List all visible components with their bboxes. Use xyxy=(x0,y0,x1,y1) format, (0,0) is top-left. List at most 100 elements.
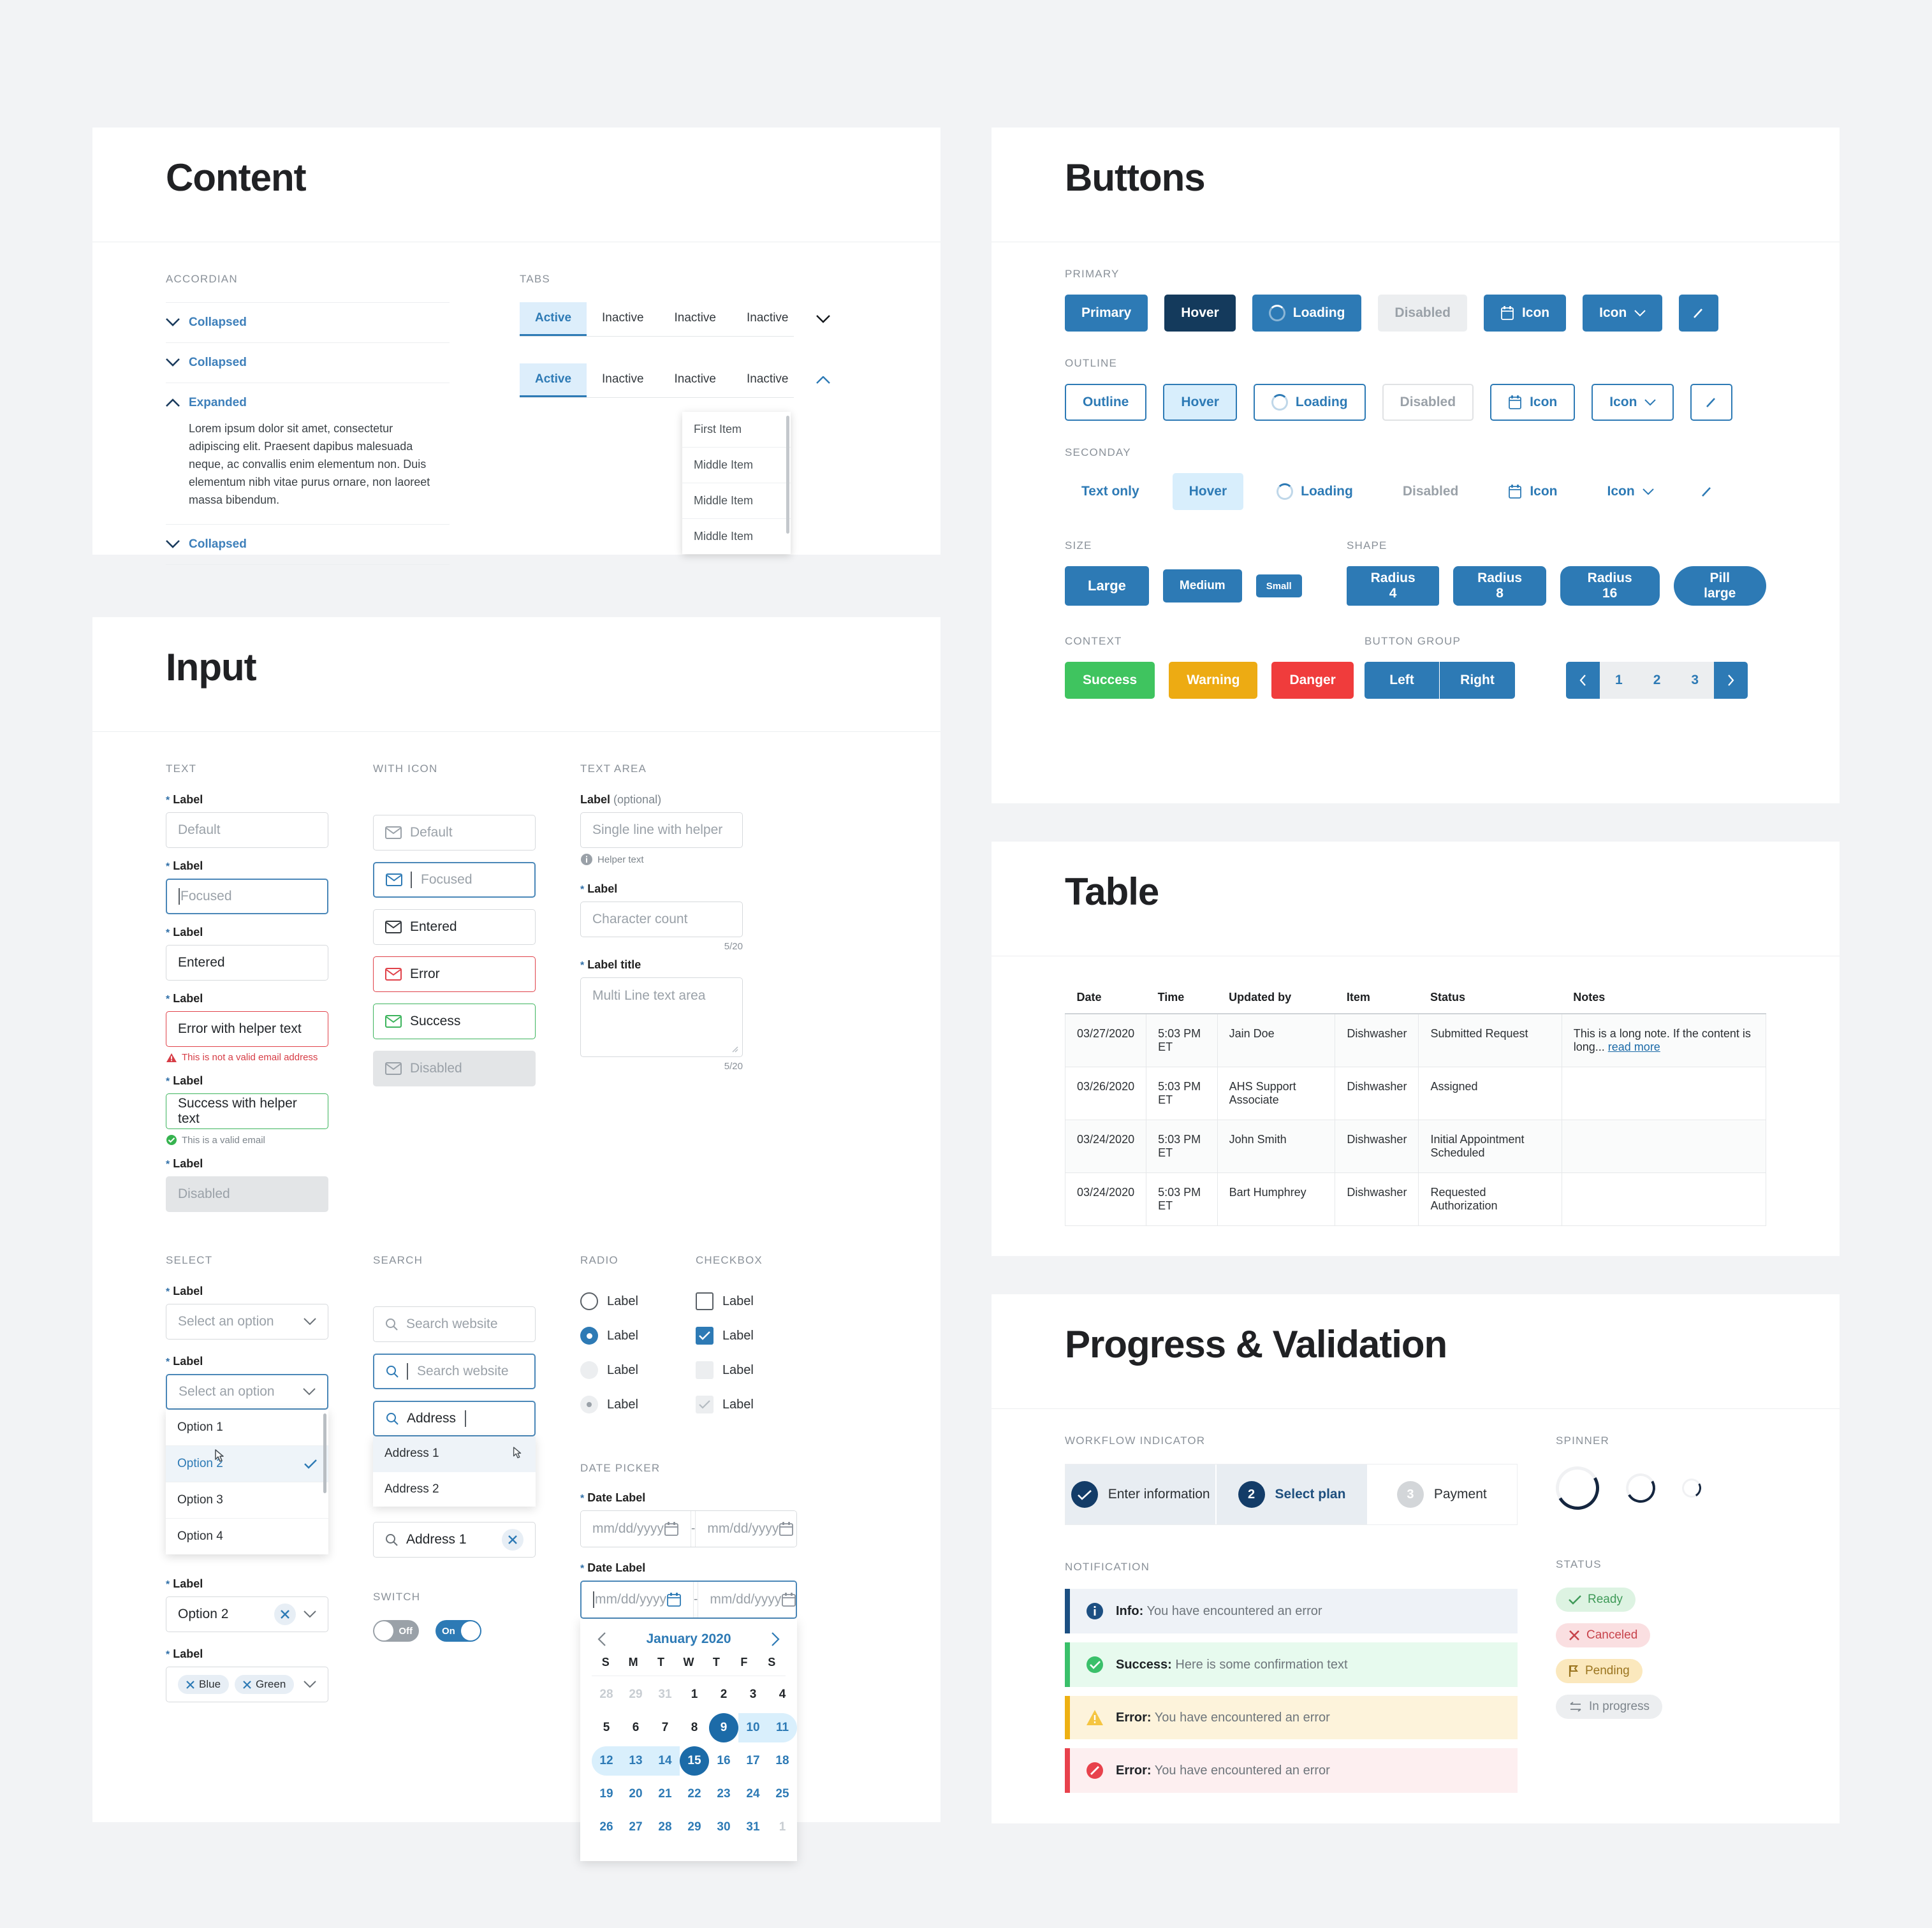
menu-item[interactable]: Middle Item xyxy=(682,519,791,554)
calendar-cell[interactable]: 7 xyxy=(650,1713,680,1742)
calendar-cell[interactable]: 9 xyxy=(709,1713,738,1742)
tab-active[interactable]: Active xyxy=(520,302,587,336)
text-input-error[interactable]: Error with helper text xyxy=(166,1011,328,1047)
calendar-cell[interactable]: 11 xyxy=(768,1713,797,1742)
pill-large-button[interactable]: Pill large xyxy=(1673,566,1766,606)
calendar-cell[interactable]: 28 xyxy=(592,1680,621,1709)
tag-remove-icon[interactable] xyxy=(243,1680,251,1689)
character-count-input[interactable]: Character count xyxy=(580,902,743,937)
pagination-page[interactable]: 2 xyxy=(1638,673,1676,688)
radio-row[interactable]: Label xyxy=(580,1292,638,1310)
checkbox-unchecked[interactable] xyxy=(695,1292,714,1310)
calendar-cell[interactable]: 28 xyxy=(650,1813,680,1842)
primary-hover-button[interactable]: Hover xyxy=(1164,295,1236,332)
workflow-step-current[interactable]: 2 Select plan xyxy=(1215,1464,1367,1524)
calendar-cell[interactable]: 4 xyxy=(768,1680,797,1709)
select-default[interactable]: Select an option xyxy=(166,1304,328,1340)
text-input-success[interactable]: Success with helper text xyxy=(166,1093,328,1129)
tab-inactive[interactable]: Inactive xyxy=(659,363,731,397)
text-input-entered[interactable]: Entered xyxy=(166,945,328,981)
select-option[interactable]: Option 3 xyxy=(166,1482,328,1519)
checkbox-row[interactable]: Label xyxy=(695,1292,763,1310)
calendar-cell[interactable]: 1 xyxy=(680,1680,709,1709)
workflow-step-done[interactable]: Enter information xyxy=(1065,1464,1216,1524)
calendar-cell[interactable]: 16 xyxy=(709,1746,738,1776)
calendar-cell[interactable]: 25 xyxy=(768,1779,797,1809)
outline-hover-button[interactable]: Hover xyxy=(1163,384,1237,421)
calendar-cell[interactable]: 31 xyxy=(650,1680,680,1709)
accordion-item[interactable]: Collapsed xyxy=(166,303,450,343)
calendar-cell[interactable]: 10 xyxy=(738,1713,768,1742)
radius-4-button[interactable]: Radius 4 xyxy=(1346,566,1440,606)
calendar-cell[interactable]: 23 xyxy=(709,1779,738,1809)
text-edit-button[interactable] xyxy=(1687,473,1727,510)
calendar-cell[interactable]: 29 xyxy=(680,1813,709,1842)
select-option-selected[interactable]: Option 2 xyxy=(166,1446,328,1482)
icon-input-error[interactable]: Error xyxy=(373,956,536,992)
date-range-default[interactable]: mm/dd/yyyy - mm/dd/yyyy xyxy=(580,1510,797,1547)
tab-inactive[interactable]: Inactive xyxy=(659,302,731,336)
context-success-button[interactable]: Success xyxy=(1065,662,1155,699)
tag-chip[interactable]: Blue xyxy=(178,1675,230,1694)
date-end-input[interactable]: mm/dd/yyyy xyxy=(698,1582,796,1618)
radius-16-button[interactable]: Radius 16 xyxy=(1560,566,1660,606)
large-button[interactable]: Large xyxy=(1065,566,1149,606)
checkbox-row[interactable]: Label xyxy=(695,1396,763,1413)
primary-button[interactable]: Primary xyxy=(1065,295,1148,332)
primary-icon-button[interactable]: Icon xyxy=(1483,295,1567,332)
checkbox-checked[interactable] xyxy=(695,1327,714,1345)
outline-dropdown-button[interactable]: Icon xyxy=(1592,384,1674,421)
calendar-cell[interactable]: 2 xyxy=(709,1680,738,1709)
calendar-cell[interactable]: 24 xyxy=(738,1779,768,1809)
search-input-focused[interactable]: Search website xyxy=(373,1354,536,1389)
context-warning-button[interactable]: Warning xyxy=(1169,662,1258,699)
accordion-item[interactable]: Collapsed xyxy=(166,343,450,383)
text-icon-button[interactable]: Icon xyxy=(1491,473,1574,510)
calendar-cell[interactable]: 3 xyxy=(738,1680,768,1709)
select-scrollbar[interactable] xyxy=(323,1413,326,1493)
multiline-textarea[interactable]: Multi Line text area xyxy=(580,977,743,1057)
date-end-input[interactable]: mm/dd/yyyy xyxy=(696,1511,796,1547)
search-input-default[interactable]: Search website xyxy=(373,1306,536,1342)
tag-remove-icon[interactable] xyxy=(186,1680,194,1689)
switch-off[interactable]: Off xyxy=(373,1620,419,1642)
select-multi-tags[interactable]: Blue Green xyxy=(166,1667,328,1702)
select-clearable[interactable]: Option 2 xyxy=(166,1596,328,1632)
icon-input-default[interactable]: Default xyxy=(373,815,536,851)
calendar-cell[interactable]: 8 xyxy=(680,1713,709,1742)
calendar-cell[interactable]: 5 xyxy=(592,1713,621,1742)
outline-loading-button[interactable]: Loading xyxy=(1253,384,1366,421)
switch-on[interactable]: On xyxy=(435,1620,481,1642)
calendar-cell[interactable]: 12 xyxy=(592,1746,621,1776)
resize-handle-icon[interactable] xyxy=(729,1044,738,1053)
read-more-link[interactable]: read more xyxy=(1608,1041,1660,1053)
clear-icon[interactable] xyxy=(502,1529,523,1551)
calendar-cell[interactable]: 22 xyxy=(680,1779,709,1809)
radio-row[interactable]: Label xyxy=(580,1361,638,1379)
calendar-cell[interactable]: 20 xyxy=(621,1779,650,1809)
date-start-input[interactable]: mm/dd/yyyy xyxy=(581,1511,691,1547)
checkbox-row[interactable]: Label xyxy=(695,1361,763,1379)
calendar-cell[interactable]: 21 xyxy=(650,1779,680,1809)
tab-active[interactable]: Active xyxy=(520,363,587,397)
medium-button[interactable]: Medium xyxy=(1162,569,1242,602)
outline-edit-button[interactable] xyxy=(1690,384,1733,421)
calendar-cell[interactable]: 13 xyxy=(621,1746,650,1776)
date-start-input[interactable]: mm/dd/yyyy xyxy=(582,1582,694,1618)
table-row[interactable]: 03/26/2020 5:03 PM ET AHS Support Associat… xyxy=(1064,1067,1767,1120)
menu-scrollbar[interactable] xyxy=(786,416,789,534)
checkbox-row[interactable]: Label xyxy=(695,1327,763,1345)
accordion-item[interactable]: Collapsed xyxy=(166,525,450,566)
text-only-button[interactable]: Text only xyxy=(1065,473,1156,510)
next-month-icon[interactable] xyxy=(770,1632,780,1647)
outline-button[interactable]: Outline xyxy=(1065,384,1147,421)
text-hover-button[interactable]: Hover xyxy=(1172,473,1244,510)
search-result-item[interactable]: Address 1 xyxy=(373,1436,536,1472)
primary-loading-button[interactable]: Loading xyxy=(1252,295,1362,332)
tabs-overflow-toggle[interactable] xyxy=(803,363,843,397)
tab-inactive[interactable]: Inactive xyxy=(587,302,659,336)
tag-chip[interactable]: Green xyxy=(235,1675,295,1694)
select-option[interactable]: Option 1 xyxy=(166,1410,328,1446)
workflow-step-upcoming[interactable]: 3 Payment xyxy=(1366,1464,1517,1524)
radio-row[interactable]: Label xyxy=(580,1396,638,1413)
